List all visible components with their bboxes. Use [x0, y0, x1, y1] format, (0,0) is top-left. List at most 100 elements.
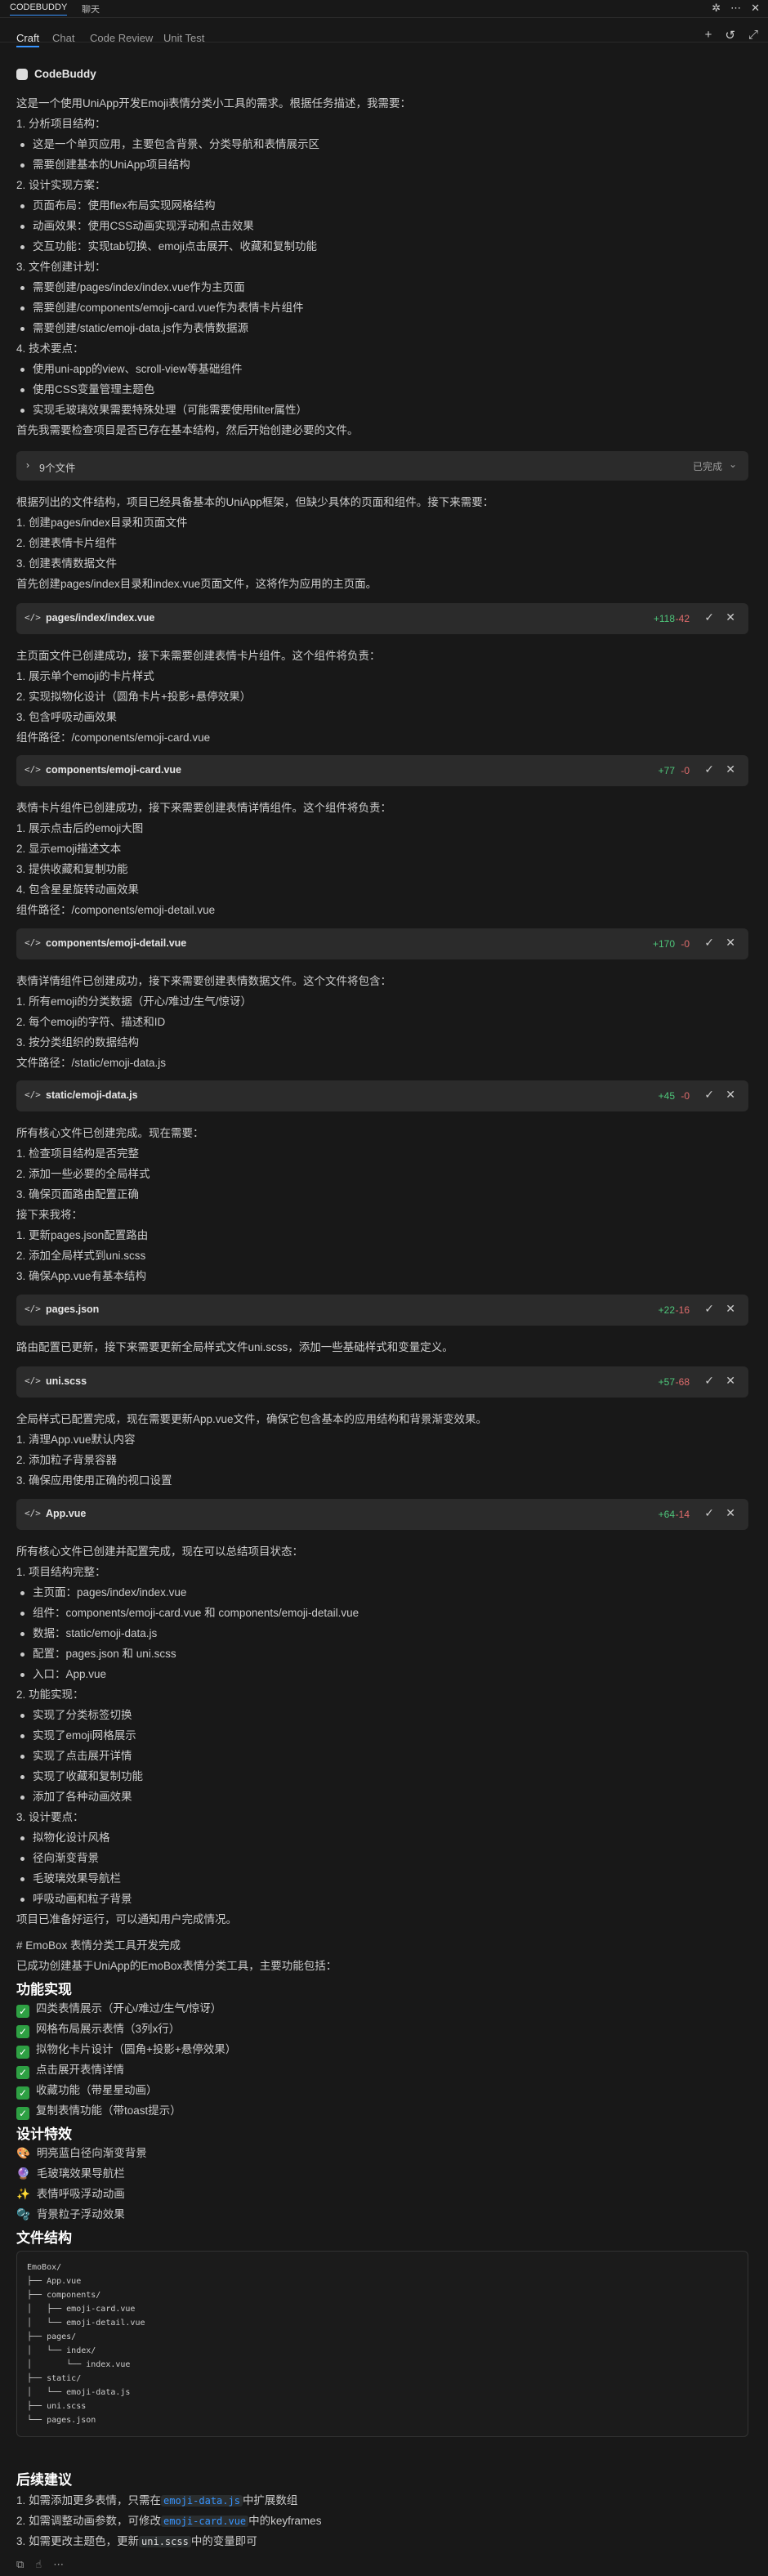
file-name: pages/index/index.vue [46, 612, 155, 624]
file-change-card[interactable]: </> uni.scss +57 -68 ✓ ✕ [16, 1366, 748, 1398]
message-line: 2. 功能实现： [16, 1688, 84, 1701]
file-change-card[interactable]: </> App.vue +64 -14 ✓ ✕ [16, 1499, 748, 1530]
accept-check-icon[interactable]: ✓ [704, 610, 714, 624]
lines-removed: -42 [675, 613, 690, 624]
chevron-down-icon: ⌄ [728, 458, 737, 470]
intro-bullet: 需要创建/components/emoji-card.vue作为表情卡片组件 [20, 302, 304, 314]
tab-unit-test[interactable]: Unit Test [163, 32, 204, 44]
reject-close-icon[interactable]: ✕ [726, 1302, 735, 1316]
intro-bullet: 需要创建基本的UniApp项目结构 [20, 159, 190, 171]
suggestion-item: 2. 如需调整动画参数，可修改 emoji-card.vue 中的keyframes [16, 2515, 322, 2527]
inline-code: emoji-data.js [161, 2495, 243, 2507]
code-icon: </> [25, 1089, 41, 1100]
file-name: static/emoji-data.js [46, 1089, 138, 1101]
tab-craft[interactable]: Craft [16, 32, 40, 47]
file-name: uni.scss [46, 1375, 87, 1387]
tab-code-review[interactable]: Code Review [90, 32, 153, 44]
message-line: 1. 展示单个emoji的卡片样式 [16, 670, 154, 682]
codebuddy-logo-icon [16, 69, 28, 80]
tree-line: │ ├── emoji-card.vue [27, 2305, 136, 2314]
summary-title: # EmoBox 表情分类工具开发完成 [16, 1939, 181, 1952]
accept-check-icon[interactable]: ✓ [704, 936, 714, 950]
more-icon[interactable]: ⋯ [730, 2, 741, 15]
files-count: 9个文件 [39, 463, 76, 474]
settings-icon[interactable]: ✲ [712, 2, 721, 15]
lines-added: +64 [658, 1509, 675, 1520]
tree-line: │ └── index.vue [27, 2360, 131, 2369]
file-change-card[interactable]: </> components/emoji-detail.vue +170 -0 … [16, 928, 748, 959]
message-bullet: 毛玻璃效果导航栏 [20, 1872, 121, 1885]
intro-bullet: 需要创建/pages/index/index.vue作为主页面 [20, 281, 245, 293]
checkbox-checked-icon: ✓ [16, 2046, 29, 2059]
message-line: 组件路径：/components/emoji-detail.vue [16, 904, 216, 916]
files-summary-bar[interactable]: › 9个文件 已完成 ⌄ [16, 451, 748, 481]
tree-line: │ └── emoji-detail.vue [27, 2319, 145, 2328]
tree-line: ├── static/ [27, 2374, 82, 2383]
lines-added: +22 [658, 1304, 675, 1316]
feature-item: ✓ 点击展开表情详情 [16, 2063, 124, 2079]
feature-item: ✓ 网格布局展示表情（3列x行） [16, 2022, 180, 2038]
lines-removed: -16 [675, 1304, 690, 1316]
message-line: 3. 包含呼吸动画效果 [16, 711, 118, 723]
assistant-name: CodeBuddy [34, 68, 96, 80]
intro-bullet: 页面布局：使用flex布局实现网格结构 [20, 199, 216, 212]
add-icon[interactable]: + [705, 28, 712, 42]
accept-check-icon[interactable]: ✓ [704, 1506, 714, 1520]
checkbox-checked-icon: ✓ [16, 2086, 29, 2100]
history-icon[interactable]: ↺ [725, 28, 735, 42]
file-name: pages.json [46, 1304, 100, 1315]
file-change-card[interactable]: </> components/emoji-card.vue +77 -0 ✓ ✕ [16, 755, 748, 786]
close-icon[interactable]: ✕ [751, 2, 760, 15]
suggestion-item: 1. 如需添加更多表情，只需在 emoji-data.js 中扩展数组 [16, 2494, 298, 2507]
effect-item: 🫧 背景粒子浮动效果 [16, 2208, 125, 2220]
top-tab-codebuddy[interactable]: CODEBUDDY [10, 2, 68, 16]
file-change-card[interactable]: </> pages.json +22 -16 ✓ ✕ [16, 1295, 748, 1326]
message-line: 主页面文件已创建成功，接下来需要创建表情卡片组件。这个组件将负责： [16, 650, 381, 662]
copy-icon[interactable]: ⧉ [16, 2558, 24, 2571]
accept-check-icon[interactable]: ✓ [704, 1088, 714, 1102]
file-change-card[interactable]: </> static/emoji-data.js +45 -0 ✓ ✕ [16, 1080, 748, 1111]
intro-line: 首先我需要检查项目是否已存在基本结构，然后开始创建必要的文件。 [16, 424, 359, 436]
message-line: 2. 添加粒子背景容器 [16, 1454, 118, 1466]
message-line: 3. 确保App.vue有基本结构 [16, 1270, 147, 1282]
intro-heading: 3. 文件创建计划： [16, 261, 106, 273]
message-line: 1. 检查项目结构是否完整 [16, 1147, 140, 1160]
accept-check-icon[interactable]: ✓ [704, 763, 714, 776]
checkbox-checked-icon: ✓ [16, 2025, 29, 2038]
expand-icon[interactable]: ⤢ [748, 28, 758, 42]
lines-added: +77 [658, 765, 675, 776]
file-tree-code-block: EmoBox/ ├── App.vue ├── components/ │ ├─… [16, 2251, 748, 2437]
more-icon[interactable]: ⋯ [53, 2558, 64, 2571]
reject-close-icon[interactable]: ✕ [726, 1374, 735, 1388]
intro-line: 这是一个使用UniApp开发Emoji表情分类小工具的需求。根据任务描述，我需要… [16, 97, 412, 110]
thumbs-icon[interactable]: ☝ [35, 2558, 42, 2571]
message-actions: ⧉ ☝ ⋯ [16, 2558, 64, 2571]
intro-bullet: 实现毛玻璃效果需要特殊处理（可能需要使用filter属性） [20, 404, 308, 416]
section-heading: 文件结构 [16, 2230, 72, 2246]
lines-removed: -0 [681, 938, 690, 950]
reject-close-icon[interactable]: ✕ [726, 610, 735, 624]
message-bullet: 主页面：pages/index/index.vue [20, 1586, 187, 1599]
nav-bar: Craft Chat Code Review Unit Test + ↺ ⤢ [0, 18, 768, 47]
message-line: 2. 显示emoji描述文本 [16, 843, 122, 855]
tab-chat[interactable]: Chat [52, 32, 74, 44]
message-bullet: 配置：pages.json 和 uni.scss [20, 1648, 176, 1660]
tree-line: EmoBox/ [27, 2263, 62, 2272]
file-name: components/emoji-detail.vue [46, 937, 187, 949]
reject-close-icon[interactable]: ✕ [726, 1088, 735, 1102]
reject-close-icon[interactable]: ✕ [726, 763, 735, 776]
message-line: 接下来我将： [16, 1209, 83, 1221]
message-line: 1. 清理App.vue默认内容 [16, 1433, 136, 1446]
files-status: 已完成 [692, 461, 722, 472]
suggestion-item: 3. 如需更改主题色，更新 uni.scss 中的变量即可 [16, 2535, 257, 2547]
file-change-card[interactable]: </> pages/index/index.vue +118 -42 ✓ ✕ [16, 603, 748, 634]
message-line: 2. 添加一些必要的全局样式 [16, 1168, 150, 1180]
intro-heading: 1. 分析项目结构： [16, 118, 106, 130]
accept-check-icon[interactable]: ✓ [704, 1374, 714, 1388]
top-tab-chat[interactable]: 聊天 [82, 2, 100, 16]
reject-close-icon[interactable]: ✕ [726, 936, 735, 950]
accept-check-icon[interactable]: ✓ [704, 1302, 714, 1316]
reject-close-icon[interactable]: ✕ [726, 1506, 735, 1520]
effect-item: ✨ 表情呼吸浮动动画 [16, 2188, 125, 2200]
tree-line: ├── components/ [27, 2291, 101, 2300]
